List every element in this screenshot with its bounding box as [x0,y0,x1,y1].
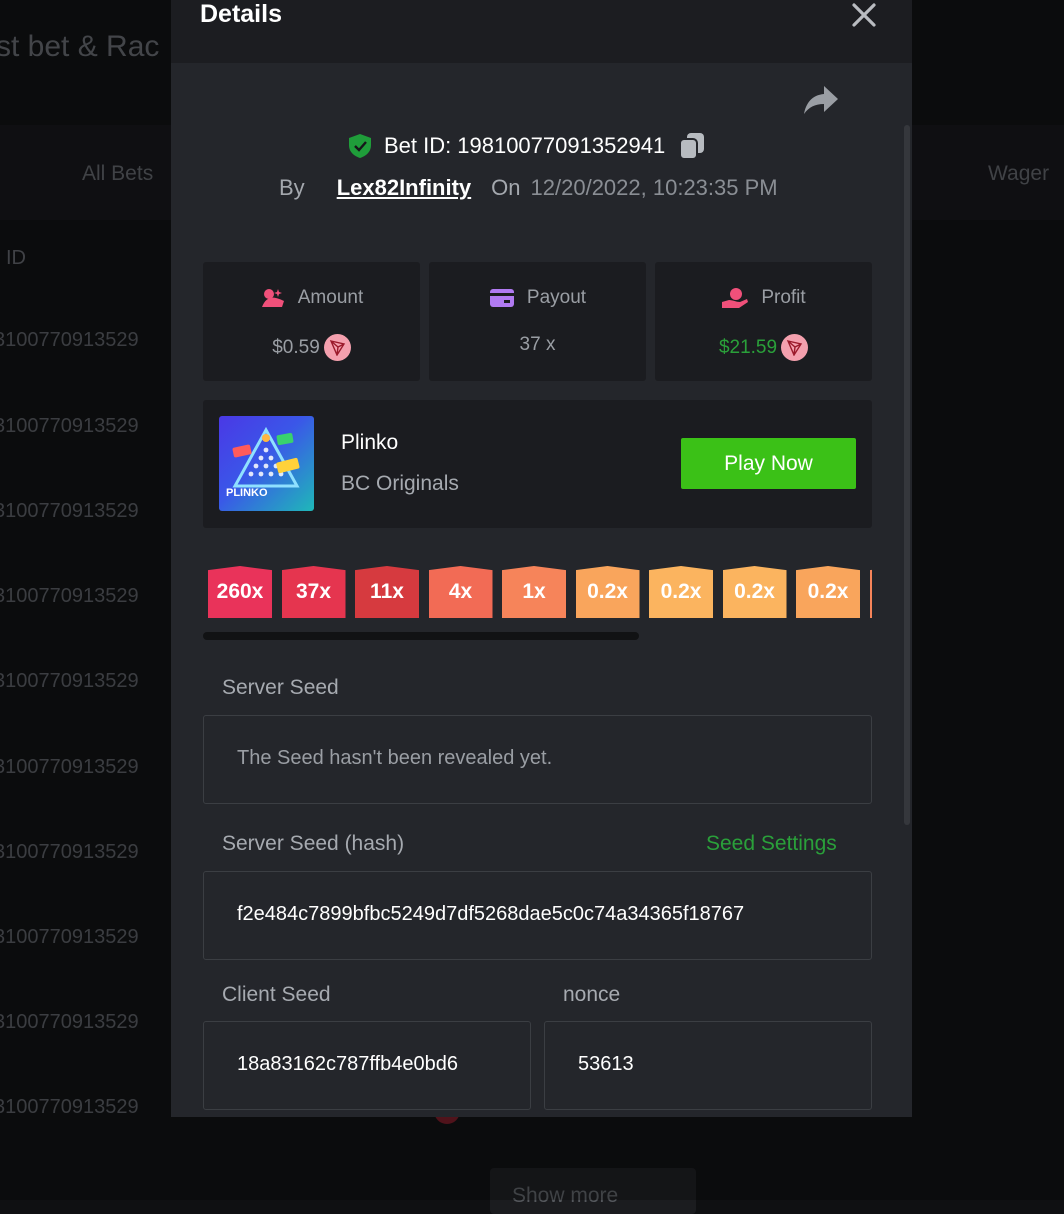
multiplier-slot: 0.2x [796,566,860,618]
multiplier-slot: 0.2x [575,566,640,618]
multiplier-row: 260x 37x 11x 4x 1x 0.2x 0.2x 0.2x 0.2x [208,566,872,618]
bet-id-label: Bet ID: [384,133,452,158]
multiplier-slot: 1x [502,566,566,618]
nonce-field[interactable]: 53613 [544,1021,872,1110]
profit-icon [722,288,749,308]
horizontal-scrollbar[interactable] [203,632,639,640]
game-provider: BC Originals [341,472,459,495]
bet-date: 12/20/2022, 10:23:35 PM [530,175,778,200]
bet-id-line: Bet ID: 19810077091352941 [348,132,705,160]
payout-card: Payout 37 x [429,262,646,381]
client-seed-label: Client Seed [222,983,331,1006]
close-icon[interactable] [849,0,879,30]
trx-coin-icon [323,334,351,361]
shield-icon [349,134,371,158]
trx-coin-icon [781,334,809,361]
server-seed-field: The Seed hasn't been revealed yet. [203,715,872,804]
amount-value: $0.59 [272,336,320,358]
multiplier-slot: 0.2x [722,566,787,618]
bet-id-value: 19810077091352941 [457,133,666,158]
profit-card: Profit $21.59 [655,262,872,381]
multiplier-slot: 260x [208,566,272,618]
on-label: On [491,175,521,200]
nonce-label: nonce [563,983,621,1006]
multiplier-slot: 4x [428,566,493,618]
server-seed-hash-field[interactable]: f2e484c7899bfbc5249d7df5268dae5c0c74a343… [203,871,872,960]
by-label: By [279,175,305,200]
profit-label: Profit [761,287,806,308]
multiplier-slot: 37x [281,566,346,618]
seed-settings-link[interactable]: Seed Settings [706,832,837,856]
play-now-button[interactable]: Play Now [681,438,856,489]
plinko-thumbnail[interactable]: PLINKO [219,416,314,511]
bet-details-modal: Details Bet ID: 19810077091352941 By Lex… [171,0,912,1117]
copy-icon[interactable] [679,132,705,160]
multiplier-slot: 11x [355,566,419,618]
share-icon[interactable] [803,84,839,116]
payout-label: Payout [526,287,587,308]
game-card: PLINKO Plinko BC Originals Play Now [203,400,872,528]
amount-card: Amount $0.59 [203,262,420,381]
card-icon [489,289,514,307]
thumbnail-logo-text: PLINKO [226,487,268,499]
multiplier-slot [869,566,872,618]
server-seed-label: Server Seed [222,676,339,699]
profit-value: $21.59 [718,336,778,358]
scrollbar[interactable] [904,125,910,825]
multiplier-slot: 0.2x [649,566,713,618]
server-seed-hash-label: Server Seed (hash) [222,832,405,855]
modal-header: Details [171,0,912,63]
modal-title: Details [200,0,282,28]
username-link[interactable]: Lex82Infinity [337,175,471,201]
payout-value: 37 x [519,334,556,355]
amount-icon [261,289,284,307]
amount-label: Amount [297,287,364,308]
game-name[interactable]: Plinko [341,431,398,455]
client-seed-field[interactable]: 18a83162c787ffb4e0bd6 [203,1021,531,1110]
author-line: By Lex82Infinity On 12/20/2022, 10:23:35… [279,175,778,201]
